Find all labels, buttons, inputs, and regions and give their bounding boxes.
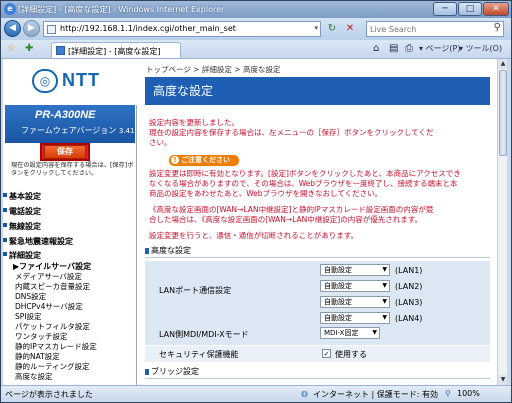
settings-table: LANポート通信設定 自動設定 ▼ (LAN1) 自動設定 ▼ (LAN2) 自動設… <box>145 261 490 345</box>
address-toolbar: ◀ ▶ http://192.168.1.1/index.cgi/other_m… <box>1 18 511 40</box>
tab-toolbar: ☆ ✚ [詳細設定] - [高度な設定] ⌂ ▤ ⎙ ▾ ページ(P) ▾ ツー… <box>1 40 511 59</box>
lan1-select[interactable]: 自動設定 ▼ <box>320 264 390 276</box>
title-bar: e [詳細設定] - [高度な設定] - Windows Internet Ex… <box>1 1 511 18</box>
main-pane: トップページ > 詳細設定 > 高度な設定 高度な設定 設定内容を更新しました。… <box>138 59 495 385</box>
menu-basic[interactable]: 基本設定 <box>3 191 41 202</box>
save-instruction-cont: さい。 <box>149 138 172 147</box>
mdi-label: LAN側MDI/MDI-Xモード <box>159 330 249 339</box>
caution-line: 商品の設定をあわせたあと、Webブラウザを開きなおしてください。 <box>149 189 383 198</box>
search-input[interactable] <box>370 23 482 35</box>
mdi-select[interactable]: MDI-X固定 ▼ <box>320 327 380 339</box>
page-title: 高度な設定 <box>145 77 490 105</box>
tools-menu[interactable]: ▾ ツール(O) <box>459 43 502 54</box>
chevron-down-icon: ▼ <box>372 329 377 336</box>
page-icon <box>47 25 56 34</box>
security-label: セキュリティ保護機能 <box>159 350 239 359</box>
lan4-select[interactable]: 自動設定 ▼ <box>320 312 390 324</box>
zoom-icon: ⚲ <box>445 389 451 398</box>
menu-eew[interactable]: 緊急地震速報設定 <box>3 236 73 247</box>
lan3-label: (LAN3) <box>395 298 423 307</box>
scroll-down-icon[interactable]: ▼ <box>498 375 507 385</box>
model-name: PR-A300NE <box>35 109 96 121</box>
lan-port-label: LANポート通信設定 <box>159 286 232 295</box>
chevron-down-icon: ▼ <box>382 298 387 305</box>
firmware-line: ファームウェアバージョン 3.41 <box>21 125 134 136</box>
menu-phone[interactable]: 電話設定 <box>3 206 41 217</box>
sidebar: ◎ NTT PR-A300NE ファームウェアバージョン 3.41 保存 現在の… <box>3 59 137 385</box>
save-instruction: 現在の設定内容を保存する場合は、左メニューの［保存］ボタンをクリックしてくだ <box>149 128 434 137</box>
stop-button[interactable]: ✕ <box>343 22 357 36</box>
section-advanced: 高度な設定 <box>145 244 490 258</box>
firmware-version: 3.41 <box>118 127 135 135</box>
status-text: ページが表示されました <box>5 390 93 399</box>
print-icon[interactable]: ⎙ <box>405 43 413 54</box>
lan2-label: (LAN2) <box>395 282 423 291</box>
globe-icon: ◍ <box>301 389 308 398</box>
ie-icon: e <box>4 3 16 15</box>
chevron-down-icon: ▼ <box>382 266 387 273</box>
home-icon[interactable]: ⌂ <box>373 43 379 54</box>
close-button[interactable]: ✕ <box>483 2 509 16</box>
chevron-down-icon: ▼ <box>382 314 387 321</box>
lan1-label: (LAN1) <box>395 266 423 275</box>
security-text: 使用する <box>335 350 367 359</box>
firmware-label: ファームウェアバージョン <box>21 126 117 135</box>
menu-advanced-settings[interactable]: 高度な設定 <box>15 371 53 382</box>
security-checkbox[interactable]: ✓ <box>322 349 331 358</box>
tab-label: [詳細設定] - [高度な設定] <box>68 47 161 56</box>
address-field[interactable]: http://192.168.1.1/index.cgi/other_main_… <box>43 21 321 37</box>
page-menu[interactable]: ▾ ページ(P) <box>419 43 460 54</box>
refresh-button[interactable]: ↻ <box>325 22 339 36</box>
page-content: ◎ NTT PR-A300NE ファームウェアバージョン 3.41 保存 現在の… <box>3 59 507 385</box>
status-bar: ページが表示されました ◍ インターネット | 保護モード: 有効 ⚲ 100% <box>1 385 511 402</box>
add-favorite-icon[interactable]: ✚ <box>25 43 33 55</box>
menu-advanced[interactable]: 詳細設定 <box>3 250 41 261</box>
chevron-down-icon[interactable]: ▾ <box>314 24 318 32</box>
tab-current[interactable]: [詳細設定] - [高度な設定] <box>51 42 181 58</box>
zoom-level[interactable]: 100% <box>457 389 480 398</box>
maximize-button[interactable]: □ <box>458 2 482 16</box>
address-url: http://192.168.1.1/index.cgi/other_main_… <box>60 24 236 33</box>
page-favicon-icon <box>56 46 65 55</box>
ntt-logo-text: NTT <box>62 70 100 90</box>
disconnect-notice: 設定変更を行うと、通信・通信が切断されることがあります。 <box>149 231 358 240</box>
search-icon[interactable]: ⚲ <box>494 22 501 33</box>
save-note: 現在の設定内容を保存する場合は、[保存]ボタンをクリックしてください。 <box>11 162 134 177</box>
warning-line: 合した場合は、《高度な設定画面の[WAN→LAN中継設定]の内容が優先されます。 <box>149 215 422 224</box>
feeds-icon[interactable]: ▤ <box>389 43 398 54</box>
minimize-button[interactable]: ─ <box>433 2 457 16</box>
ntt-logo-mark-icon: ◎ <box>32 69 58 93</box>
scroll-up-icon[interactable]: ▲ <box>498 59 507 69</box>
caution-badge: ご注意ください <box>169 155 239 166</box>
chevron-down-icon: ▼ <box>382 282 387 289</box>
zone-text: インターネット | 保護モード: 有効 <box>313 390 439 399</box>
lan3-select[interactable]: 自動設定 ▼ <box>320 296 390 308</box>
favorites-star-icon[interactable]: ☆ <box>7 43 16 55</box>
save-button[interactable]: 保存 <box>44 145 86 159</box>
scroll-thumb[interactable] <box>499 70 507 156</box>
vertical-scrollbar[interactable]: ▲ ▼ <box>497 59 507 385</box>
search-box[interactable]: ⚲ <box>366 21 504 37</box>
lan2-select[interactable]: 自動設定 ▼ <box>320 280 390 292</box>
menu-wireless[interactable]: 無線設定 <box>3 221 41 232</box>
browser-window: e [詳細設定] - [高度な設定] - Windows Internet Ex… <box>0 0 512 403</box>
back-button[interactable]: ◀ <box>4 20 21 37</box>
ntt-logo: ◎ NTT <box>3 59 137 105</box>
section-bridge: ブリッジ設定 <box>145 365 490 379</box>
forward-button[interactable]: ▶ <box>23 20 40 37</box>
security-row: セキュリティ保護機能 ✓ 使用する <box>145 346 490 362</box>
lan4-label: (LAN4) <box>395 314 423 323</box>
window-title: [詳細設定] - [高度な設定] - Windows Internet Expl… <box>18 5 225 14</box>
breadcrumb: トップページ > 詳細設定 > 高度な設定 <box>146 65 281 74</box>
model-panel: PR-A300NE ファームウェアバージョン 3.41 <box>5 105 135 143</box>
